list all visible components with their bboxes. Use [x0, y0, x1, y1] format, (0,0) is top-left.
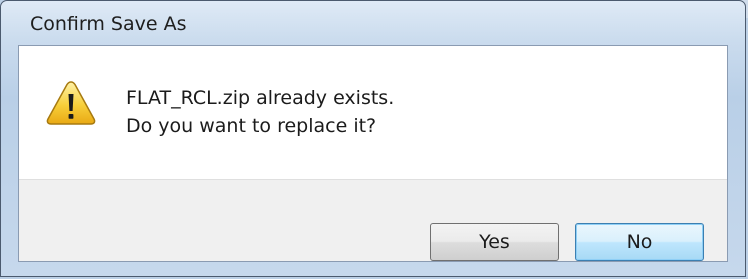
title-bar[interactable]: Confirm Save As [1, 1, 745, 45]
warning-icon [46, 81, 96, 125]
no-button[interactable]: No [575, 223, 704, 261]
window-title: Confirm Save As [30, 13, 187, 35]
message-line-2: Do you want to replace it? [126, 115, 377, 137]
button-bar: Yes No [19, 179, 727, 261]
yes-button[interactable]: Yes [430, 223, 559, 261]
message-area: FLAT_RCL.zip already exists. Do you want… [19, 46, 727, 179]
confirmation-message: FLAT_RCL.zip already exists. Do you want… [126, 84, 394, 140]
dialog-client-area: FLAT_RCL.zip already exists. Do you want… [18, 45, 728, 262]
message-line-1: FLAT_RCL.zip already exists. [126, 87, 395, 109]
confirm-save-as-dialog: Confirm Save As FLAT_RCL.zip already exi… [0, 0, 746, 277]
